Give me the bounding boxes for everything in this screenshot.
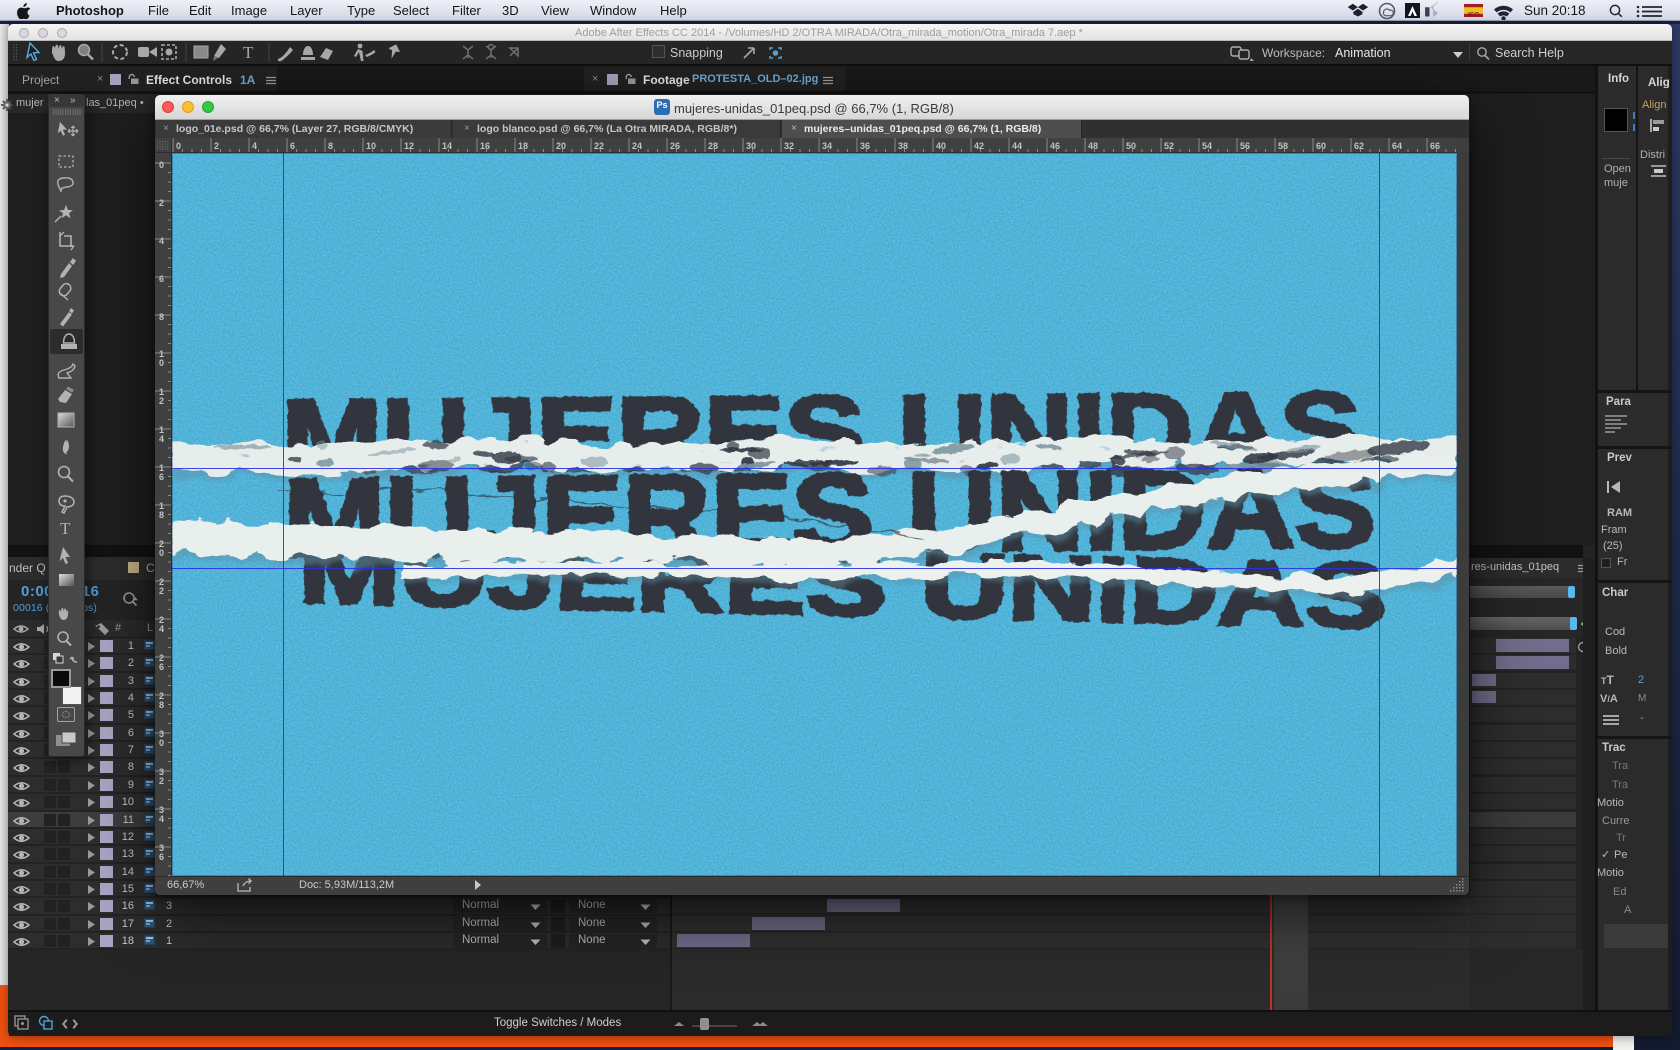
- svg-text:8: 8: [159, 700, 164, 710]
- svg-text:58: 58: [1278, 141, 1288, 151]
- svg-text:42: 42: [974, 141, 984, 151]
- svg-text:▮: ▮: [1424, 4, 1431, 18]
- svg-text:40: 40: [936, 141, 946, 151]
- svg-text:12: 12: [404, 141, 414, 151]
- svg-text:26: 26: [670, 141, 680, 151]
- svg-text:8: 8: [159, 510, 164, 520]
- svg-text:66: 66: [1430, 141, 1440, 151]
- svg-text:46: 46: [1050, 141, 1060, 151]
- svg-text:16: 16: [480, 141, 490, 151]
- svg-text:36: 36: [860, 141, 870, 151]
- svg-text:4: 4: [159, 624, 164, 634]
- svg-text:10: 10: [366, 141, 376, 151]
- svg-text:50: 50: [1126, 141, 1136, 151]
- svg-text:62: 62: [1354, 141, 1364, 151]
- svg-text:4: 4: [159, 434, 164, 444]
- svg-text:2: 2: [159, 586, 164, 596]
- svg-text:34: 34: [822, 141, 832, 151]
- svg-text:56: 56: [1240, 141, 1250, 151]
- svg-text:14: 14: [442, 141, 452, 151]
- svg-text:4: 4: [252, 141, 257, 151]
- svg-text:8: 8: [159, 312, 164, 322]
- svg-text:2: 2: [214, 141, 219, 151]
- svg-text:T: T: [243, 43, 254, 62]
- svg-text:24: 24: [632, 141, 642, 151]
- svg-text:0: 0: [159, 358, 164, 368]
- svg-text:48: 48: [1088, 141, 1098, 151]
- svg-text:60: 60: [1316, 141, 1326, 151]
- svg-text:28: 28: [708, 141, 718, 151]
- svg-text:2: 2: [159, 198, 164, 208]
- svg-text:22: 22: [594, 141, 604, 151]
- svg-text:20: 20: [556, 141, 566, 151]
- svg-text:0: 0: [159, 738, 164, 748]
- svg-text:0: 0: [159, 548, 164, 558]
- svg-text:ISO: ISO: [1468, 12, 1479, 19]
- svg-text:32: 32: [784, 141, 794, 151]
- svg-text:4: 4: [159, 814, 164, 824]
- svg-text:8: 8: [328, 141, 333, 151]
- svg-text:2: 2: [159, 776, 164, 786]
- svg-text:18: 18: [518, 141, 528, 151]
- svg-text:38: 38: [898, 141, 908, 151]
- svg-text:2: 2: [159, 396, 164, 406]
- svg-text:64: 64: [1392, 141, 1402, 151]
- svg-text:T: T: [60, 519, 71, 538]
- svg-text:44: 44: [1012, 141, 1022, 151]
- svg-text:0: 0: [159, 160, 164, 170]
- svg-text:6: 6: [159, 274, 164, 284]
- svg-text:6: 6: [159, 662, 164, 672]
- svg-text:52: 52: [1164, 141, 1174, 151]
- svg-text:6: 6: [159, 852, 164, 862]
- svg-text:6: 6: [290, 141, 295, 151]
- svg-text:54: 54: [1202, 141, 1212, 151]
- svg-text:4: 4: [159, 236, 164, 246]
- svg-text:0: 0: [176, 141, 181, 151]
- svg-text:30: 30: [746, 141, 756, 151]
- svg-text:6: 6: [159, 472, 164, 482]
